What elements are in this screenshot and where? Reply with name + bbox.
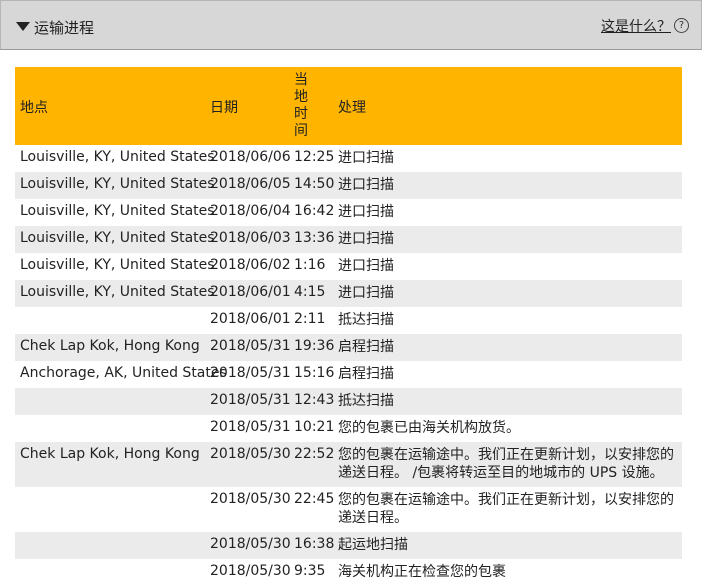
cell-date: 2018/05/30 [210,563,291,579]
collapse-triangle-icon[interactable] [16,22,30,31]
table-row: Louisville, KY, United States 2018/06/03 1… [15,226,682,253]
cell-time: 22:45 [294,491,335,507]
cell-activity: 进口扫描 [338,150,394,166]
cell-date: 2018/06/05 [210,176,291,192]
shipment-progress-header[interactable]: 运输进程 这是什么？ ? [0,0,702,50]
section-title[interactable]: 运输进程 [34,17,94,38]
table-row: 2018/05/31 10:21 您的包裹已由海关机构放货。 [15,415,682,442]
cell-time: 2:11 [294,311,326,327]
cell-activity: 抵达扫描 [338,312,394,328]
column-header-local-time-char: 地 [294,89,308,105]
cell-activity: 起运地扫描 [338,537,408,553]
cell-location: Chek Lap Kok, Hong Kong [20,338,200,354]
cell-activity: 进口扫描 [338,231,394,247]
table-row: Anchorage, AK, United States 2018/05/31 15… [15,361,682,388]
table-body: Louisville, KY, United States 2018/06/06 1… [15,145,682,586]
cell-time: 13:36 [294,230,335,246]
table-row: Chek Lap Kok, Hong Kong 2018/05/31 19:36 启程… [15,334,682,361]
cell-date: 2018/06/01 [210,311,291,327]
help-link[interactable]: 这是什么？ [601,16,671,36]
cell-activity: 抵达扫描 [338,393,394,409]
cell-date: 2018/06/06 [210,149,291,165]
cell-activity: 进口扫描 [338,285,394,301]
cell-date: 2018/06/01 [210,284,291,300]
table-row: 2018/05/31 12:43 抵达扫描 [15,388,682,415]
cell-date: 2018/05/31 [210,419,291,435]
cell-activity: 您的包裹已由海关机构放货。 [338,420,520,436]
shipment-progress-table: 地点 日期 当 地 时 间 处理 Louisville, KY, United … [15,67,682,586]
table-row: 2018/06/01 2:11 抵达扫描 [15,307,682,334]
cell-time: 9:35 [294,563,326,579]
help-circle-icon[interactable]: ? [674,18,689,33]
column-header-location: 地点 [20,100,48,116]
cell-activity: 启程扫描 [338,339,394,355]
cell-time: 16:38 [294,536,335,552]
cell-date: 2018/06/03 [210,230,291,246]
table-row: 2018/05/30 9:35 海关机构正在检查您的包裹 [15,559,682,586]
cell-time: 15:16 [294,365,335,381]
cell-time: 16:42 [294,203,335,219]
cell-activity: 进口扫描 [338,258,394,274]
cell-location: Louisville, KY, United States [20,203,215,219]
cell-time: 4:15 [294,284,326,300]
cell-location: Chek Lap Kok, Hong Kong [20,446,200,462]
cell-time: 12:43 [294,392,335,408]
cell-date: 2018/06/02 [210,257,291,273]
cell-activity: 进口扫描 [338,204,394,220]
cell-activity: 您的包裹在运输途中。我们正在更新计划，以安排您的递送日程。 /包裹将转运至目的地… [338,447,674,481]
table-row: Louisville, KY, United States 2018/06/02 1… [15,253,682,280]
cell-date: 2018/05/30 [210,536,291,552]
table-row: Louisville, KY, United States 2018/06/06 1… [15,145,682,172]
column-header-date: 日期 [210,100,238,116]
column-header-local-time: 当 地 时 间 [294,72,312,140]
cell-activity: 进口扫描 [338,177,394,193]
table-row: 2018/05/30 22:45 您的包裹在运输途中。我们正在更新计划，以安排您的递… [15,487,682,532]
cell-time: 22:52 [294,446,335,462]
cell-activity: 您的包裹在运输途中。我们正在更新计划，以安排您的递送日程。 [338,492,674,526]
cell-location: Louisville, KY, United States [20,257,215,273]
cell-location: Anchorage, AK, United States [20,365,227,381]
cell-date: 2018/05/30 [210,491,291,507]
cell-date: 2018/06/04 [210,203,291,219]
table-row: Louisville, KY, United States 2018/06/01 4… [15,280,682,307]
table-row: Louisville, KY, United States 2018/06/04 1… [15,199,682,226]
cell-location: Louisville, KY, United States [20,176,215,192]
table-header-row: 地点 日期 当 地 时 间 处理 [15,67,682,145]
column-header-local-time-char: 当 [294,72,308,88]
cell-location: Louisville, KY, United States [20,284,215,300]
cell-time: 19:36 [294,338,335,354]
cell-location: Louisville, KY, United States [20,149,215,165]
table-row: 2018/05/30 16:38 起运地扫描 [15,532,682,559]
cell-time: 12:25 [294,149,335,165]
cell-time: 10:21 [294,419,335,435]
table-row: Louisville, KY, United States 2018/06/05 1… [15,172,682,199]
column-header-local-time-char: 时 [294,106,308,122]
cell-date: 2018/05/31 [210,365,291,381]
cell-date: 2018/05/31 [210,392,291,408]
column-header-local-time-char: 间 [294,123,308,139]
column-header-activity: 处理 [338,100,366,116]
cell-date: 2018/05/30 [210,446,291,462]
cell-location: Louisville, KY, United States [20,230,215,246]
cell-activity: 海关机构正在检查您的包裹 [338,564,506,580]
cell-activity: 启程扫描 [338,366,394,382]
cell-time: 1:16 [294,257,326,273]
cell-date: 2018/05/31 [210,338,291,354]
table-row: Chek Lap Kok, Hong Kong 2018/05/30 22:52 您的… [15,442,682,487]
cell-time: 14:50 [294,176,335,192]
